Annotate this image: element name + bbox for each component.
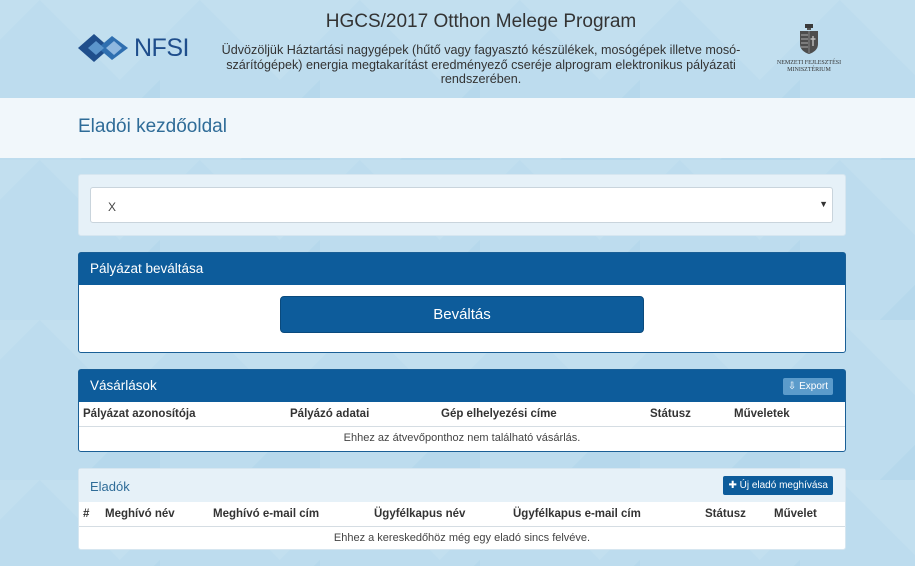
purchases-table: Pályázat azonosítója Pályázó adatai Gép … [79, 402, 845, 449]
ministry-logo: Nemzeti Fejlesztési Minisztérium [776, 24, 842, 74]
nfsi-logo[interactable]: NFSI [78, 32, 190, 64]
purchases-heading-label: Vásárlások [90, 378, 157, 393]
purchases-panel: Vásárlások ⇩ Export Pályázat azonosítója… [78, 369, 846, 452]
column-header[interactable]: Pályázó adatai [286, 402, 437, 427]
page-title-bar: Eladói kezdőoldal [0, 98, 915, 158]
site-header: NFSI HGCS/2017 Otthon Melege Program Üdv… [0, 0, 915, 98]
export-label: Export [799, 381, 828, 392]
shop-select-panel: X ▼ [78, 174, 846, 236]
column-header: Művelet [770, 502, 845, 527]
redeem-heading: Pályázat beváltása [79, 253, 845, 285]
empty-message: Ehhez az átvevőponthoz nem található vás… [343, 431, 581, 444]
sellers-header-row: # Meghívó név Meghívó e-mail cím Ügyfélk… [79, 502, 845, 527]
purchases-heading: Vásárlások [79, 370, 845, 402]
sellers-heading-label: Eladók [90, 479, 130, 494]
redeem-panel: Pályázat beváltása Beváltás [78, 252, 846, 353]
ministry-name: Nemzeti Fejlesztési Minisztérium [776, 60, 842, 73]
plus-icon: ✚ [728, 480, 737, 491]
column-header[interactable]: Gép elhelyezési címe [437, 402, 646, 427]
table-row: Ehhez a kereskedőhöz még egy eladó sincs… [79, 526, 845, 549]
sellers-panel: Eladók ✚ Új eladó meghívása # Meghívó né… [78, 468, 846, 550]
nfsi-logo-text: NFSI [134, 33, 189, 62]
invite-seller-button[interactable]: ✚ Új eladó meghívása [723, 476, 833, 495]
caret-down-icon: ▼ [819, 199, 828, 209]
empty-message: Ehhez a kereskedőhöz még egy eladó sincs… [333, 531, 591, 544]
purchases-header-row: Pályázat azonosítója Pályázó adatai Gép … [79, 402, 845, 427]
welcome-text: Üdvözöljük Háztartási nagygépek (hűtő va… [221, 43, 741, 86]
shop-select-value: X [108, 200, 117, 214]
column-header[interactable]: Pályázat azonosítója [79, 402, 286, 427]
column-header[interactable]: Státusz [646, 402, 730, 427]
coat-of-arms-icon [800, 24, 818, 54]
export-icon: ⇩ [787, 381, 797, 392]
column-header[interactable]: Meghívó e-mail cím [209, 502, 370, 527]
column-header[interactable]: Státusz [701, 502, 770, 527]
shop-select[interactable]: X ▼ [90, 187, 833, 223]
column-header[interactable]: # [79, 502, 101, 527]
program-title: HGCS/2017 Otthon Melege Program [325, 11, 637, 32]
nfsi-diamond-icon [78, 34, 128, 62]
invite-seller-label: Új eladó meghívása [739, 480, 828, 491]
page-title: Eladói kezdőoldal [78, 116, 227, 137]
sellers-table: # Meghívó név Meghívó e-mail cím Ügyfélk… [79, 502, 845, 549]
column-header[interactable]: Ügyfélkapus e-mail cím [509, 502, 701, 527]
redeem-button[interactable]: Beváltás [280, 296, 644, 333]
column-header[interactable]: Ügyfélkapus név [370, 502, 509, 527]
column-header[interactable]: Meghívó név [101, 502, 209, 527]
column-header: Műveletek [730, 402, 845, 427]
table-row: Ehhez az átvevőponthoz nem található vás… [79, 426, 845, 449]
export-button[interactable]: ⇩ Export [782, 378, 833, 395]
